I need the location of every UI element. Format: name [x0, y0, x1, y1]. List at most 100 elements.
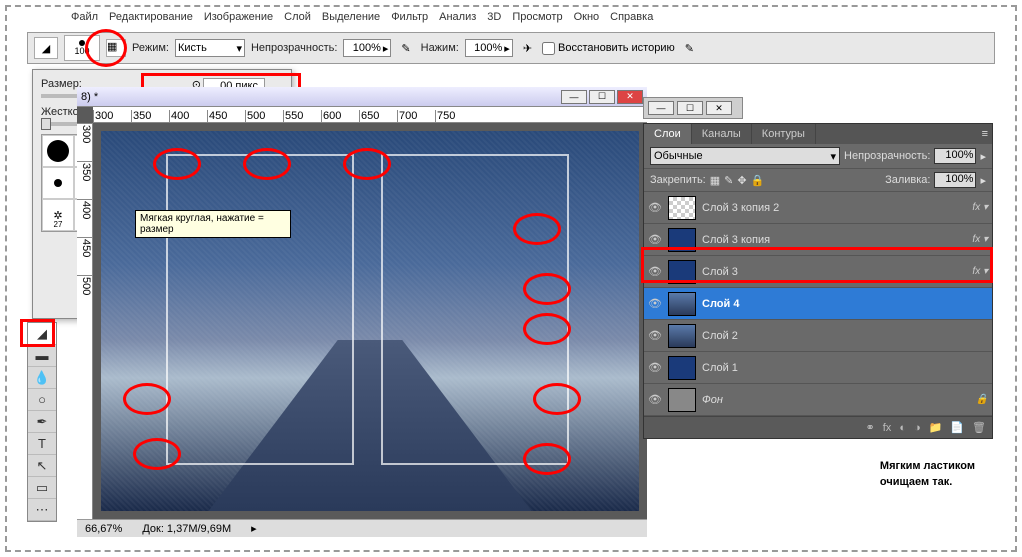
layer-thumb — [668, 388, 696, 412]
restore-history-checkbox[interactable]: Восстановить историю — [542, 42, 675, 55]
annotation-box — [641, 247, 993, 283]
menu-item[interactable]: Просмотр — [508, 9, 566, 27]
layer-name: Фон — [702, 394, 723, 406]
doc-info: Док: 1,37M/9,69M — [142, 523, 231, 535]
layer-thumb — [668, 292, 696, 316]
menu-item[interactable]: Фильтр — [387, 9, 432, 27]
lock-position-icon[interactable]: ✥ — [737, 174, 746, 187]
blur-tool[interactable]: 💧 — [28, 367, 56, 389]
path-tool[interactable]: ↖ — [28, 455, 56, 477]
panel-menu-icon[interactable]: ≡ — [978, 124, 992, 144]
lock-pixels-icon[interactable]: ✎ — [724, 174, 733, 187]
pen-tool[interactable]: ✒ — [28, 411, 56, 433]
tab-paths[interactable]: Контуры — [752, 124, 816, 144]
document-title: 8) * — [81, 91, 98, 103]
fx-icon[interactable]: fx — [883, 422, 892, 434]
tools-palette: ◢ ▬ 💧 ○ ✒ T ↖ ▭ ⋯ — [27, 322, 57, 522]
canvas[interactable] — [93, 123, 647, 519]
vertical-ruler: 300350400450500 — [77, 123, 93, 519]
layer-name: Слой 3 копия 2 — [702, 202, 779, 214]
size-label: Размер: — [41, 78, 82, 90]
panel-window-controls: — ☐ ✕ — [643, 97, 743, 119]
lock-all-icon[interactable]: 🔒 — [751, 174, 765, 187]
annotation-circle — [85, 29, 127, 67]
tab-channels[interactable]: Каналы — [692, 124, 752, 144]
trash-icon[interactable]: 🗑 — [972, 421, 986, 434]
mode-label: Режим: — [132, 42, 169, 54]
visibility-icon[interactable]: 👁 — [648, 361, 662, 375]
fx-badge[interactable]: fx ▾ — [972, 234, 988, 245]
tooltip: Мягкая круглая, нажатие = размер — [135, 210, 291, 238]
layer-row[interactable]: 👁 Фон 🔒 — [644, 384, 992, 416]
airbrush-icon[interactable]: ✈ — [519, 42, 536, 55]
tool[interactable]: ⋯ — [28, 499, 56, 521]
layers-list: 👁 Слой 3 копия 2 fx ▾ 👁 Слой 3 копия fx ▾ 👁 С… — [644, 192, 992, 416]
blend-mode-select[interactable]: Обычные▾ — [650, 147, 840, 165]
layer-row[interactable]: 👁 Слой 3 копия 2 fx ▾ — [644, 192, 992, 224]
annotation-box — [20, 319, 55, 347]
menu-item[interactable]: Редактирование — [105, 9, 197, 27]
new-layer-icon[interactable]: 📄 — [950, 421, 964, 434]
eraser-tool-icon[interactable]: ◢ — [34, 37, 58, 59]
close-button[interactable]: ✕ — [706, 101, 732, 115]
lock-transparency-icon[interactable]: ▦ — [710, 174, 720, 187]
brush-swatch[interactable] — [42, 135, 74, 167]
lock-icon: 🔒 — [976, 394, 988, 405]
menu-item[interactable]: Выделение — [318, 9, 384, 27]
zoom-level[interactable]: 66,67% — [85, 523, 122, 535]
tab-layers[interactable]: Слои — [644, 124, 692, 144]
layer-name: Слой 2 — [702, 330, 738, 342]
document-window: 8) * — ☐ ✕ 30035040045050055060065070075… — [77, 87, 647, 537]
menu-item[interactable]: Файл — [67, 9, 102, 27]
adjust-icon[interactable]: ◑ — [914, 422, 921, 434]
layer-row[interactable]: 👁 Слой 2 — [644, 320, 992, 352]
document-titlebar: 8) * — ☐ ✕ — [77, 87, 647, 107]
gradient-tool[interactable]: ▬ — [28, 345, 56, 367]
opacity-input[interactable]: 100%▸ — [343, 39, 391, 57]
layer-opacity-input[interactable]: 100% — [934, 148, 976, 164]
minimize-button[interactable]: — — [648, 101, 674, 115]
horizontal-ruler: 300350400450500550600650700750 — [93, 107, 647, 123]
fill-input[interactable]: 100% — [934, 172, 976, 188]
minimize-button[interactable]: — — [561, 90, 587, 104]
layer-thumb — [668, 356, 696, 380]
annotation-text: Мягким ластиком очищаем так. — [880, 459, 975, 490]
layer-name: Слой 4 — [702, 298, 739, 310]
visibility-icon[interactable]: 👁 — [648, 329, 662, 343]
menu-item[interactable]: 3D — [483, 9, 505, 27]
link-icon[interactable]: ⚭ — [866, 421, 875, 434]
visibility-icon[interactable]: 👁 — [648, 297, 662, 311]
visibility-icon[interactable]: 👁 — [648, 201, 662, 215]
dodge-tool[interactable]: ○ — [28, 389, 56, 411]
shape-tool[interactable]: ▭ — [28, 477, 56, 499]
menu-item[interactable]: Анализ — [435, 9, 480, 27]
menu-item[interactable]: Изображение — [200, 9, 277, 27]
group-icon[interactable]: 📁 — [929, 421, 943, 434]
layer-name: Слой 1 — [702, 362, 738, 374]
brush-swatch[interactable] — [42, 167, 74, 199]
brush-swatch[interactable]: ✲27 — [42, 199, 74, 231]
maximize-button[interactable]: ☐ — [677, 101, 703, 115]
fx-badge[interactable]: fx ▾ — [972, 202, 988, 213]
layers-footer: ⚭ fx ◐ ◑ 📁 📄 🗑 — [644, 416, 992, 438]
mode-select[interactable]: Кисть▾ — [175, 39, 245, 57]
layer-name: Слой 3 копия — [702, 234, 770, 246]
tablet-icon[interactable]: ✎ — [397, 42, 414, 55]
close-button[interactable]: ✕ — [617, 90, 643, 104]
type-tool[interactable]: T — [28, 433, 56, 455]
visibility-icon[interactable]: 👁 — [648, 393, 662, 407]
maximize-button[interactable]: ☐ — [589, 90, 615, 104]
mask-icon[interactable]: ◐ — [899, 422, 906, 434]
menu-item[interactable]: Слой — [280, 9, 315, 27]
fill-label: Заливка: — [885, 174, 930, 186]
layer-row[interactable]: 👁 Слой 4 — [644, 288, 992, 320]
menu-item[interactable]: Справка — [606, 9, 657, 27]
tablet-pressure-icon[interactable]: ✎ — [681, 42, 698, 55]
menu-item[interactable]: Окно — [570, 9, 604, 27]
layer-row[interactable]: 👁 Слой 1 — [644, 352, 992, 384]
opacity-label: Непрозрачность: — [844, 150, 930, 162]
flow-input[interactable]: 100%▸ — [465, 39, 513, 57]
panel-tabs: Слои Каналы Контуры ≡ — [644, 124, 992, 144]
opacity-label: Непрозрачность: — [251, 42, 337, 54]
visibility-icon[interactable]: 👁 — [648, 233, 662, 247]
